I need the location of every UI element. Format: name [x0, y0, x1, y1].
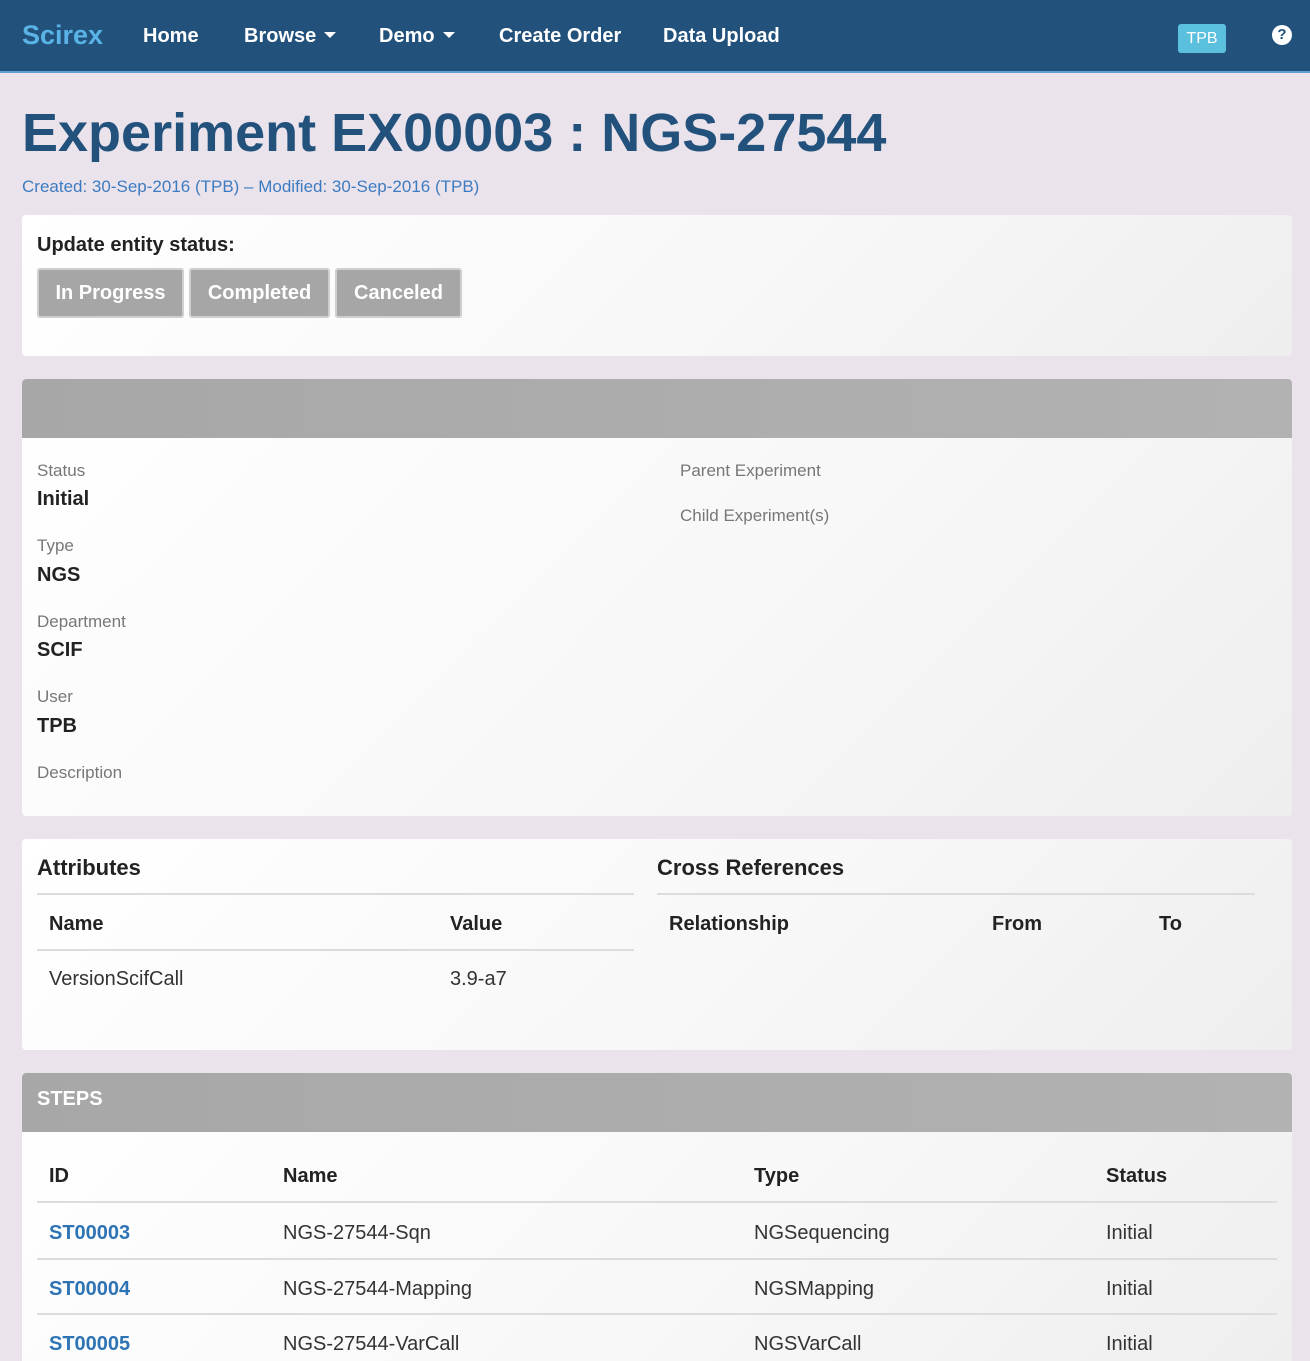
- cross-ref-header-relationship: Relationship: [669, 913, 790, 935]
- in-progress-button[interactable]: In Progress: [37, 268, 184, 318]
- user-badge[interactable]: TPB: [1178, 24, 1226, 53]
- experiment-details-panel: Status Initial Type NGS Department SCIF …: [22, 379, 1292, 816]
- step-type: NGSequencing: [754, 1222, 890, 1244]
- step-id-link[interactable]: ST00003: [49, 1222, 130, 1245]
- step-type: NGSVarCall: [754, 1333, 862, 1355]
- divider: [37, 949, 634, 951]
- status-update-panel: Update entity status: In Progress Comple…: [22, 215, 1292, 356]
- steps-header-type: Type: [754, 1165, 800, 1187]
- status-label: Status: [37, 461, 86, 480]
- chevron-down-icon: [324, 31, 337, 38]
- attributes-header-value: Value: [450, 913, 503, 935]
- nav-browse-label: Browse: [244, 25, 317, 47]
- status-value: Initial: [37, 488, 90, 510]
- cross-ref-header-from: From: [992, 913, 1042, 935]
- divider: [37, 1313, 1277, 1315]
- nav-create-order[interactable]: Create Order: [499, 25, 621, 48]
- nav-data-upload[interactable]: Data Upload: [663, 25, 780, 48]
- nav-create-order-label: Create Order: [499, 25, 622, 47]
- divider: [37, 1258, 1277, 1260]
- steps-header-name: Name: [283, 1165, 338, 1187]
- attributes-panel: Attributes Name Value VersionScifCall 3.…: [22, 839, 1292, 1050]
- cross-references-title: Cross References: [657, 855, 845, 880]
- steps-panel-header: STEPS: [22, 1073, 1292, 1132]
- page-title: Experiment EX00003 : NGS-27544: [22, 103, 887, 163]
- child-experiments-label: Child Experiment(s): [680, 506, 830, 525]
- step-id-link[interactable]: ST00005: [49, 1333, 130, 1356]
- steps-header-status: Status: [1106, 1165, 1168, 1187]
- divider: [37, 893, 634, 895]
- step-id-link[interactable]: ST00004: [49, 1278, 130, 1301]
- department-value: SCIF: [37, 639, 83, 661]
- nav-data-upload-label: Data Upload: [663, 25, 780, 47]
- nav-demo-dropdown[interactable]: Demo: [379, 25, 455, 48]
- department-label: Department: [37, 612, 126, 631]
- completed-button[interactable]: Completed: [189, 268, 330, 318]
- type-label: Type: [37, 536, 74, 555]
- description-label: Description: [37, 763, 123, 782]
- details-panel-header: [22, 379, 1292, 438]
- nav-home[interactable]: Home: [143, 25, 199, 48]
- attributes-title: Attributes: [37, 855, 141, 880]
- nav-browse-dropdown[interactable]: Browse: [244, 25, 337, 48]
- step-status: Initial: [1106, 1278, 1153, 1300]
- steps-title: STEPS: [37, 1088, 103, 1110]
- nav-home-label: Home: [143, 25, 199, 47]
- step-name: NGS-27544-VarCall: [283, 1333, 460, 1355]
- attribute-row-name: VersionScifCall: [49, 968, 184, 990]
- top-navbar: Scirex Home Browse Demo Create Order Dat…: [0, 0, 1310, 73]
- attributes-header-name: Name: [49, 913, 104, 935]
- status-update-label: Update entity status:: [37, 234, 235, 256]
- cross-ref-header-to: To: [1159, 913, 1182, 935]
- step-status: Initial: [1106, 1333, 1153, 1355]
- brand-logo[interactable]: Scirex: [22, 20, 103, 51]
- page-meta: Created: 30-Sep-2016 (TPB) – Modified: 3…: [22, 177, 480, 196]
- user-value: TPB: [37, 715, 77, 737]
- attribute-row-value: 3.9-a7: [450, 968, 507, 990]
- canceled-button[interactable]: Canceled: [335, 268, 462, 318]
- divider: [37, 1201, 1277, 1203]
- step-status: Initial: [1106, 1222, 1153, 1244]
- parent-experiment-label: Parent Experiment: [680, 461, 821, 480]
- chevron-down-icon: [442, 31, 455, 38]
- user-label: User: [37, 687, 73, 706]
- type-value: NGS: [37, 564, 81, 586]
- divider: [657, 893, 1255, 895]
- step-name: NGS-27544-Sqn: [283, 1222, 431, 1244]
- steps-header-id: ID: [49, 1165, 69, 1187]
- steps-panel: STEPS ID Name Type Status ST00003 NGS-27…: [22, 1073, 1292, 1361]
- step-name: NGS-27544-Mapping: [283, 1278, 472, 1300]
- nav-demo-label: Demo: [379, 25, 435, 47]
- step-type: NGSMapping: [754, 1278, 875, 1300]
- help-icon[interactable]: ?: [1272, 25, 1292, 45]
